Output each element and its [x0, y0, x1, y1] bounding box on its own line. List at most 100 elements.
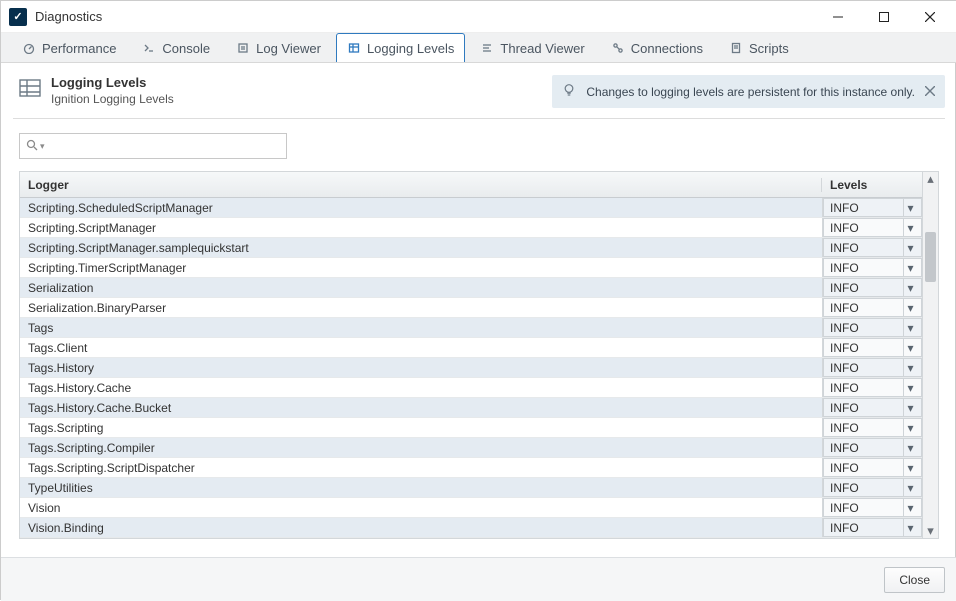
level-cell: INFO▾: [822, 298, 922, 317]
level-cell: INFO▾: [822, 418, 922, 437]
tab-thread-viewer[interactable]: Thread Viewer: [469, 33, 595, 62]
logger-name-cell: TypeUtilities: [20, 478, 822, 497]
tab-logging-levels[interactable]: Logging Levels: [336, 33, 465, 62]
table-row[interactable]: Serialization.BinaryParserINFO▾: [20, 298, 922, 318]
tab-console-icon: [142, 41, 156, 55]
level-select[interactable]: INFO▾: [823, 378, 922, 397]
table-row[interactable]: Scripting.ScheduledScriptManagerINFO▾: [20, 198, 922, 218]
table-row[interactable]: Scripting.ScriptManagerINFO▾: [20, 218, 922, 238]
level-select[interactable]: INFO▾: [823, 438, 922, 457]
level-cell: INFO▾: [822, 278, 922, 297]
logger-name-cell: Vision.Binding: [20, 518, 822, 537]
tab-label: Performance: [42, 41, 116, 56]
table-body: Scripting.ScheduledScriptManagerINFO▾Scr…: [20, 198, 922, 538]
table-row[interactable]: Scripting.ScriptManager.samplequickstart…: [20, 238, 922, 258]
search-icon: [26, 139, 38, 154]
tab-console[interactable]: Console: [131, 33, 221, 62]
scroll-up-arrow[interactable]: ▴: [923, 172, 938, 186]
tab-performance[interactable]: Performance: [11, 33, 127, 62]
tab-log-viewer[interactable]: Log Viewer: [225, 33, 332, 62]
maximize-button[interactable]: [861, 2, 907, 32]
logger-name-cell: Tags.Client: [20, 338, 822, 357]
table-row[interactable]: Tags.HistoryINFO▾: [20, 358, 922, 378]
chevron-down-icon: ▾: [903, 259, 917, 276]
logger-name-cell: Tags.Scripting.Compiler: [20, 438, 822, 457]
logger-name-cell: Scripting.ScriptManager.samplequickstart: [20, 238, 822, 257]
level-value: INFO: [830, 501, 859, 515]
search-dropdown-icon[interactable]: ▾: [40, 141, 45, 152]
table-row[interactable]: Tags.Scripting.ScriptDispatcherINFO▾: [20, 458, 922, 478]
level-select[interactable]: INFO▾: [823, 318, 922, 337]
close-button[interactable]: Close: [884, 567, 945, 593]
table-row[interactable]: Scripting.TimerScriptManagerINFO▾: [20, 258, 922, 278]
level-cell: INFO▾: [822, 438, 922, 457]
level-cell: INFO▾: [822, 398, 922, 417]
chevron-down-icon: ▾: [903, 359, 917, 376]
page-subtitle: Ignition Logging Levels: [51, 92, 174, 106]
level-select[interactable]: INFO ▾: [823, 358, 922, 377]
lightbulb-icon: [562, 83, 576, 100]
logger-name-cell: Tags.History.Cache.Bucket: [20, 398, 822, 417]
logger-name-cell: Scripting.ScheduledScriptManager: [20, 198, 822, 217]
level-select[interactable]: INFO▾: [823, 398, 922, 417]
level-value: INFO: [830, 361, 859, 375]
level-select[interactable]: INFO▾: [823, 238, 922, 257]
level-cell: INFO▾: [822, 498, 922, 517]
column-header-levels[interactable]: Levels: [822, 178, 922, 192]
level-cell: INFO▾: [822, 198, 922, 217]
tab-logging-levels-icon: [347, 41, 361, 55]
level-cell: INFO▾: [822, 238, 922, 257]
level-select[interactable]: INFO▾: [823, 338, 922, 357]
scroll-down-arrow[interactable]: ▾: [923, 524, 938, 538]
level-select[interactable]: INFO▾: [823, 458, 922, 477]
tab-label: Scripts: [749, 41, 789, 56]
table-row[interactable]: VisionINFO▾: [20, 498, 922, 518]
table-row[interactable]: Tags.Scripting.CompilerINFO▾: [20, 438, 922, 458]
level-select[interactable]: INFO▾: [823, 278, 922, 297]
level-cell: INFO▾: [822, 258, 922, 277]
level-select[interactable]: INFO▾: [823, 258, 922, 277]
chevron-down-icon: ▾: [903, 219, 917, 236]
table-row[interactable]: Tags.ClientINFO▾: [20, 338, 922, 358]
chevron-down-icon: ▾: [903, 339, 917, 356]
level-select[interactable]: INFO▾: [823, 218, 922, 237]
tab-label: Connections: [631, 41, 703, 56]
table-row[interactable]: Tags.History.CacheINFO▾: [20, 378, 922, 398]
chevron-down-icon: ▾: [903, 459, 917, 476]
tab-connections[interactable]: Connections: [600, 33, 714, 62]
app-icon: ✓: [9, 8, 27, 26]
minimize-button[interactable]: [815, 2, 861, 32]
scroll-thumb[interactable]: [925, 232, 936, 282]
level-select[interactable]: INFO▾: [823, 198, 922, 217]
search-box[interactable]: ▾: [19, 133, 287, 159]
level-value: INFO: [830, 201, 859, 215]
level-select[interactable]: INFO▾: [823, 418, 922, 437]
table-row[interactable]: Vision.Binding INFO ▾: [20, 518, 922, 538]
table-row[interactable]: SerializationINFO▾: [20, 278, 922, 298]
logger-name-cell: Scripting.ScriptManager: [20, 218, 822, 237]
level-select[interactable]: INFO▾: [823, 298, 922, 317]
level-select[interactable]: INFO ▾: [823, 518, 922, 537]
tab-thread-viewer-icon: [480, 41, 494, 55]
vertical-scrollbar[interactable]: ▴ ▾: [923, 171, 939, 539]
tab-label: Logging Levels: [367, 41, 454, 56]
content: Logging Levels Ignition Logging Levels C…: [1, 63, 956, 539]
panel-icon: [19, 77, 41, 99]
titlebar: ✓ Diagnostics: [1, 1, 956, 33]
chevron-down-icon: ▾: [903, 379, 917, 396]
level-select[interactable]: INFO▾: [823, 498, 922, 517]
table-row[interactable]: Tags.ScriptingINFO▾: [20, 418, 922, 438]
tab-scripts[interactable]: Scripts: [718, 33, 800, 62]
level-select[interactable]: INFO▾: [823, 478, 922, 497]
chevron-down-icon: ▾: [903, 519, 917, 536]
column-header-logger[interactable]: Logger: [20, 178, 822, 192]
table-row[interactable]: TagsINFO▾: [20, 318, 922, 338]
level-value: INFO: [830, 521, 859, 535]
table-row[interactable]: Tags.History.Cache.BucketINFO▾: [20, 398, 922, 418]
banner-close-button[interactable]: [925, 85, 935, 99]
divider: [13, 118, 945, 119]
search-input[interactable]: [47, 139, 280, 153]
chevron-down-icon: ▾: [903, 299, 917, 316]
table-row[interactable]: TypeUtilitiesINFO▾: [20, 478, 922, 498]
close-window-button[interactable]: [907, 2, 953, 32]
